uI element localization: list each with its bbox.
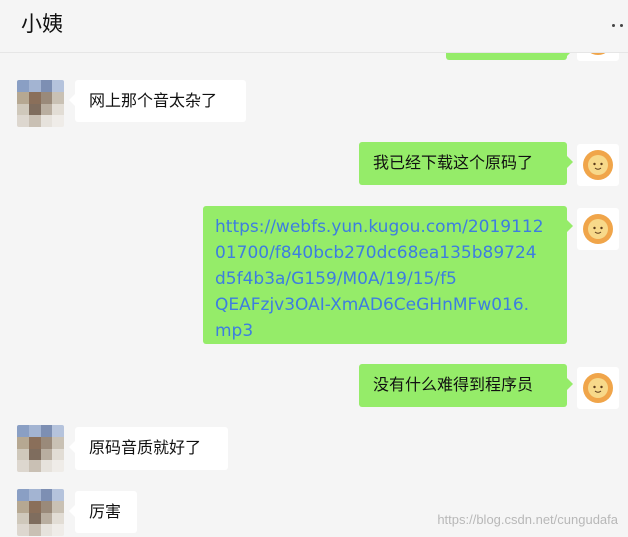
message-bubble-incoming[interactable]: 网上那个音太杂了: [69, 80, 246, 122]
lion-avatar-icon: [583, 373, 613, 403]
link-line: https://webfs.yun.kugou.com/2019112: [215, 217, 544, 237]
message-link[interactable]: https://webfs.yun.kugou.com/2019112 0170…: [215, 217, 544, 341]
watermark: https://blog.csdn.net/cungudafa: [437, 512, 618, 527]
more-dots-icon[interactable]: [610, 18, 628, 32]
chat-header: 小姨: [0, 0, 628, 53]
avatar-contact[interactable]: [17, 489, 64, 536]
message-bubble-outgoing[interactable]: 我已经下载这个原码了: [359, 142, 573, 185]
message-bubble-incoming[interactable]: 厉害: [69, 491, 137, 533]
message-text: 没有什么难得到程序员: [373, 375, 534, 394]
avatar-contact[interactable]: [17, 425, 64, 472]
message-bubble-link[interactable]: https://webfs.yun.kugou.com/2019112 0170…: [203, 206, 573, 344]
link-line: d5f4b3a/G159/M0A/19/15/f5: [215, 269, 457, 289]
message-text: 网上那个音太杂了: [89, 91, 218, 110]
lion-avatar-icon: [583, 150, 613, 180]
message-bubble-outgoing[interactable]: 没有什么难得到程序员: [359, 364, 573, 407]
message-text: 我已经下载这个原码了: [373, 153, 534, 172]
avatar-self[interactable]: [577, 208, 619, 250]
link-line: mp3: [215, 321, 254, 341]
message-bubble-incoming[interactable]: 原码音质就好了: [69, 427, 228, 470]
avatar-self[interactable]: [577, 144, 619, 186]
message-text: 厉害: [89, 502, 122, 521]
link-line: 01700/f840bcb270dc68ea135b89724: [215, 243, 537, 263]
avatar-self[interactable]: [577, 367, 619, 409]
chat-window: 网上那个音太杂了 我已经下载这个原码了 https://webfs.yun.ku…: [0, 0, 628, 537]
message-text: 原码音质就好了: [89, 438, 202, 457]
chat-title: 小姨: [21, 12, 63, 36]
avatar-contact[interactable]: [17, 80, 64, 127]
lion-avatar-icon: [583, 214, 613, 244]
message-list[interactable]: 网上那个音太杂了 我已经下载这个原码了 https://webfs.yun.ku…: [0, 0, 628, 537]
link-line: QEAFzjv3OAI-XmAD6CeGHnMFw016.: [215, 295, 530, 315]
